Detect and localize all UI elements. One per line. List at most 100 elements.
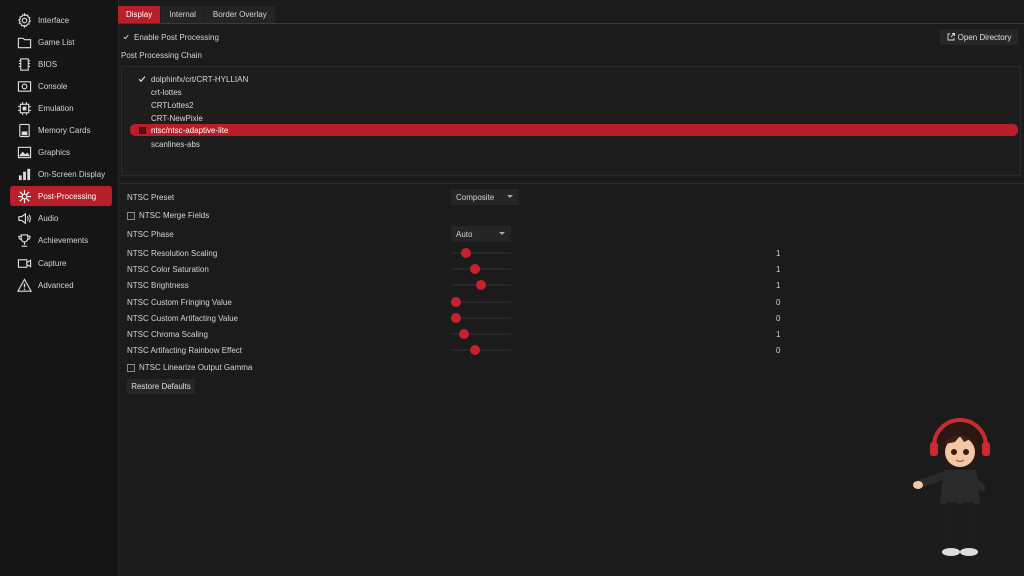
- ntsc-linearize-row[interactable]: NTSC Linearize Output Gamma: [127, 363, 252, 372]
- ntsc-custom-artifacting-slider[interactable]: [451, 313, 511, 323]
- gear-icon: [14, 10, 34, 30]
- options-divider: [118, 183, 1024, 184]
- slider-thumb[interactable]: [451, 297, 461, 307]
- slider-value: 0: [776, 346, 781, 355]
- check-icon: [138, 75, 146, 83]
- sidebar-item-advanced[interactable]: Advanced: [10, 275, 112, 295]
- enable-post-processing-row[interactable]: Enable Post Processing: [122, 31, 219, 43]
- ntsc-color-saturation-slider[interactable]: [451, 264, 511, 274]
- ntsc-preset-label: NTSC Preset: [127, 193, 175, 202]
- ntsc-preset-dropdown[interactable]: Composite: [451, 189, 519, 205]
- tab-display[interactable]: Display: [118, 6, 161, 23]
- open-directory-button[interactable]: Open Directory: [940, 29, 1018, 45]
- sidebar-item-bios[interactable]: BIOS: [10, 54, 112, 74]
- restore-defaults-button[interactable]: Restore Defaults: [127, 379, 195, 394]
- slider-value: 1: [776, 330, 781, 339]
- unchecked-box-icon[interactable]: [138, 126, 146, 134]
- slider-thumb[interactable]: [469, 264, 480, 274]
- sidebar-item-capture[interactable]: Capture: [10, 253, 112, 273]
- sidebar-item-label: Graphics: [38, 147, 71, 157]
- chain-item-crtlottes2[interactable]: CRTLottes2: [122, 99, 1020, 111]
- memory-card-icon: [14, 120, 34, 140]
- slider-thumb[interactable]: [458, 329, 469, 339]
- sidebar-item-label: Advanced: [38, 280, 74, 290]
- sidebar-item-game-list[interactable]: Game List: [10, 32, 112, 52]
- tab-border-overlay[interactable]: Border Overlay: [204, 6, 275, 23]
- trophy-icon: [14, 230, 34, 250]
- sidebar-item-label: BIOS: [38, 59, 58, 69]
- chain-item-label: ntsc/ntsc-adaptive-lite: [151, 125, 229, 135]
- ntsc-brightness-slider[interactable]: [451, 280, 511, 290]
- chip-icon: [14, 54, 34, 74]
- ntsc-merge-fields-label: NTSC Merge Fields: [139, 211, 210, 220]
- slider-label: NTSC Artifacting Rainbow Effect: [127, 346, 243, 355]
- external-link-icon: [947, 33, 955, 41]
- sidebar-item-label: Game List: [38, 37, 75, 47]
- slider-value: 1: [776, 265, 781, 274]
- ntsc-chroma-scaling-slider[interactable]: [451, 329, 511, 339]
- ntsc-resolution-scaling-slider[interactable]: [451, 248, 511, 258]
- ntsc-phase-value: Auto: [456, 229, 473, 239]
- tab-divider: [118, 23, 1024, 24]
- sidebar-item-achievements[interactable]: Achievements: [10, 230, 112, 250]
- slider-value: 1: [776, 249, 781, 258]
- ntsc-artifacting-rainbow-slider[interactable]: [451, 345, 511, 355]
- sidebar-item-label: Audio: [38, 213, 59, 223]
- image-icon: [14, 142, 34, 162]
- slider-thumb[interactable]: [476, 280, 486, 290]
- chain-title: Post Processing Chain: [121, 51, 202, 60]
- slider-thumb[interactable]: [461, 248, 471, 258]
- ntsc-preset-value: Composite: [456, 192, 495, 202]
- ntsc-phase-label: NTSC Phase: [127, 230, 174, 239]
- sidebar-item-console[interactable]: Console: [10, 76, 112, 96]
- sidebar-item-on-screen-display[interactable]: On-Screen Display: [10, 164, 112, 184]
- sidebar-item-label: Post-Processing: [38, 191, 97, 201]
- sidebar-item-graphics[interactable]: Graphics: [10, 142, 112, 162]
- settings-sidebar: Interface Game List BIOS Console Emulati…: [0, 0, 119, 576]
- sidebar-item-label: Emulation: [38, 103, 74, 113]
- speaker-icon: [14, 208, 34, 228]
- chain-item-label: crt-lottes: [151, 87, 182, 97]
- ntsc-linearize-checkbox[interactable]: [127, 363, 135, 372]
- sidebar-item-memory-cards[interactable]: Memory Cards: [10, 120, 112, 140]
- slider-label: NTSC Custom Fringing Value: [127, 298, 232, 307]
- chevron-down-icon: [499, 232, 505, 235]
- chain-item-label: CRT-NewPixie: [151, 113, 203, 123]
- sidebar-item-interface[interactable]: Interface: [10, 10, 112, 30]
- ntsc-merge-fields-checkbox[interactable]: [127, 211, 135, 220]
- sidebar-item-label: Capture: [38, 258, 67, 268]
- tab-bar: Display Internal Border Overlay: [118, 6, 276, 23]
- sidebar-item-label: Memory Cards: [38, 125, 91, 135]
- ntsc-custom-fringing-slider[interactable]: [451, 297, 511, 307]
- ntsc-phase-dropdown[interactable]: Auto: [451, 226, 511, 242]
- slider-label: NTSC Resolution Scaling: [127, 249, 218, 258]
- slider-label: NTSC Brightness: [127, 281, 189, 290]
- settings-content: Display Internal Border Overlay Enable P…: [118, 0, 1024, 576]
- ntsc-merge-fields-row[interactable]: NTSC Merge Fields: [127, 211, 209, 220]
- slider-value: 0: [776, 298, 781, 307]
- chain-item-label: CRTLottes2: [151, 100, 194, 110]
- slider-track: [451, 252, 511, 254]
- folder-icon: [14, 32, 34, 52]
- sidebar-item-emulation[interactable]: Emulation: [10, 98, 112, 118]
- sidebar-item-audio[interactable]: Audio: [10, 208, 112, 228]
- chain-item-crt-hyllian[interactable]: dolphinfx/crt/CRT-HYLLIAN: [122, 73, 1020, 85]
- enable-post-processing-label: Enable Post Processing: [134, 32, 219, 42]
- slider-track: [451, 268, 511, 270]
- chain-item-label: scanlines-abs: [151, 139, 200, 149]
- slider-thumb[interactable]: [469, 345, 480, 355]
- open-directory-label: Open Directory: [957, 32, 1012, 42]
- sidebar-item-post-processing[interactable]: Post-Processing: [10, 186, 112, 206]
- warning-icon: [14, 275, 34, 295]
- chain-item-crt-lottes[interactable]: crt-lottes: [122, 86, 1020, 98]
- bar-chart-icon: [14, 164, 34, 184]
- chain-item-crt-newpixie[interactable]: CRT-NewPixie: [122, 112, 1020, 124]
- tab-internal[interactable]: Internal: [161, 6, 204, 23]
- chain-item-scanlines-abs[interactable]: scanlines-abs: [122, 138, 1020, 150]
- slider-value: 1: [776, 281, 781, 290]
- sidebar-item-label: Achievements: [38, 235, 89, 245]
- slider-track: [451, 349, 511, 351]
- enable-post-processing-checkbox[interactable]: [122, 33, 130, 41]
- chain-item-ntsc-adaptive-lite[interactable]: ntsc/ntsc-adaptive-lite: [130, 124, 1018, 136]
- slider-thumb[interactable]: [451, 313, 461, 323]
